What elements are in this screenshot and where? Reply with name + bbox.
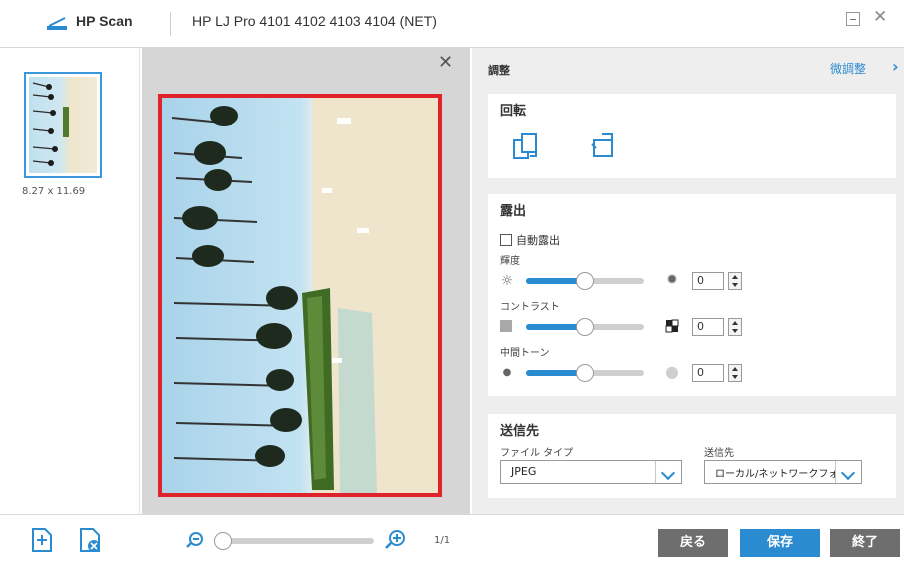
- back-button[interactable]: 戻る: [658, 529, 728, 557]
- midtone-slider[interactable]: [526, 364, 644, 382]
- destination-dropdown[interactable]: ローカル/ネットワークフォルダ: [704, 460, 862, 484]
- zoom-slider-thumb[interactable]: [214, 532, 232, 550]
- thumbnail-panel: 8.27 x 11.69: [0, 48, 140, 514]
- device-name: HP LJ Pro 4101 4102 4103 4104 (NET): [192, 13, 437, 29]
- title-separator: [170, 12, 171, 36]
- brightness-spinner[interactable]: [728, 272, 742, 290]
- midtone-light-icon: ●: [665, 362, 679, 381]
- title-bar: HP Scan HP LJ Pro 4101 4102 4103 4104 (N…: [0, 0, 904, 48]
- save-button[interactable]: 保存: [740, 529, 820, 557]
- midtone-slider-thumb[interactable]: [576, 364, 594, 382]
- exposure-section: 露出 自動露出 輝度 ☼ ✹ 0 コントラスト 0 中間トーン ● ● 0: [488, 194, 896, 396]
- add-page-icon[interactable]: [30, 527, 54, 553]
- destination-label: 送信先: [704, 448, 734, 459]
- zoom-slider[interactable]: [216, 538, 374, 544]
- auto-exposure-label: 自動露出: [516, 234, 560, 247]
- file-type-dropdown[interactable]: JPEG: [500, 460, 682, 484]
- contrast-low-icon: [500, 320, 512, 332]
- page-indicator: 1/1: [434, 535, 451, 546]
- rotate-section: 回転: [488, 94, 896, 178]
- rotate-title: 回転: [500, 104, 527, 119]
- fine-tune-link[interactable]: 微調整: [830, 60, 866, 77]
- midtone-spinner[interactable]: [728, 364, 742, 382]
- close-icon[interactable]: ✕: [873, 8, 887, 26]
- finish-button[interactable]: 終了: [830, 529, 900, 557]
- destination-section: 送信先 ファイル タイプ JPEG 送信先 ローカル/ネットワークフォルダ: [488, 414, 896, 498]
- chevron-right-icon[interactable]: ›: [892, 57, 899, 76]
- brightness-slider-thumb[interactable]: [576, 272, 594, 290]
- page-thumbnail[interactable]: [24, 72, 102, 178]
- brightness-value[interactable]: 0: [692, 272, 724, 290]
- preview-area: ✕: [142, 48, 470, 514]
- zoom-out-icon[interactable]: [186, 531, 204, 549]
- thumbnail-image: [29, 77, 97, 173]
- contrast-slider[interactable]: [526, 318, 644, 336]
- exposure-title: 露出: [500, 204, 527, 219]
- file-type-label: ファイル タイプ: [500, 448, 574, 459]
- midtone-dark-icon: ●: [502, 367, 512, 378]
- app-title: HP Scan: [76, 13, 133, 29]
- contrast-spinner[interactable]: [728, 318, 742, 336]
- contrast-high-icon: [665, 319, 679, 333]
- delete-page-icon[interactable]: [78, 527, 102, 553]
- scan-crop-frame[interactable]: [158, 94, 442, 497]
- brightness-high-icon: ✹: [666, 272, 678, 288]
- thumbnail-palms: [32, 82, 69, 166]
- page-size-label: 8.27 x 11.69: [22, 186, 86, 197]
- rotate-left-icon[interactable]: [510, 130, 542, 162]
- midtone-value[interactable]: 0: [692, 364, 724, 382]
- chevron-down-icon[interactable]: [655, 461, 681, 483]
- brightness-slider[interactable]: [526, 272, 644, 290]
- contrast-slider-thumb[interactable]: [576, 318, 594, 336]
- zoom-in-icon[interactable]: [384, 529, 406, 551]
- rotate-right-icon[interactable]: [588, 130, 620, 162]
- file-type-value: JPEG: [511, 465, 537, 478]
- settings-panel: 調整 微調整 › 回転 露出 自動露出 輝度 ☼ ✹ 0 コントラスト 0 中間…: [472, 48, 904, 514]
- contrast-label: コントラスト: [500, 302, 560, 313]
- scanner-logo-icon: [47, 17, 67, 30]
- scanned-beach-image: [162, 98, 438, 493]
- brightness-label: 輝度: [500, 256, 520, 267]
- remove-page-close-icon[interactable]: ✕: [438, 52, 453, 73]
- hp-scan-window: HP Scan HP LJ Pro 4101 4102 4103 4104 (N…: [0, 0, 904, 562]
- adjust-title: 調整: [488, 64, 510, 77]
- bottom-toolbar: 1/1 戻る 保存 終了: [0, 514, 904, 562]
- destination-title: 送信先: [500, 424, 540, 439]
- minimize-icon[interactable]: [846, 12, 860, 26]
- chevron-down-icon[interactable]: [835, 461, 861, 483]
- brightness-low-icon: ☼: [500, 273, 514, 289]
- auto-exposure-checkbox[interactable]: [500, 234, 512, 246]
- midtone-label: 中間トーン: [500, 348, 550, 359]
- contrast-value[interactable]: 0: [692, 318, 724, 336]
